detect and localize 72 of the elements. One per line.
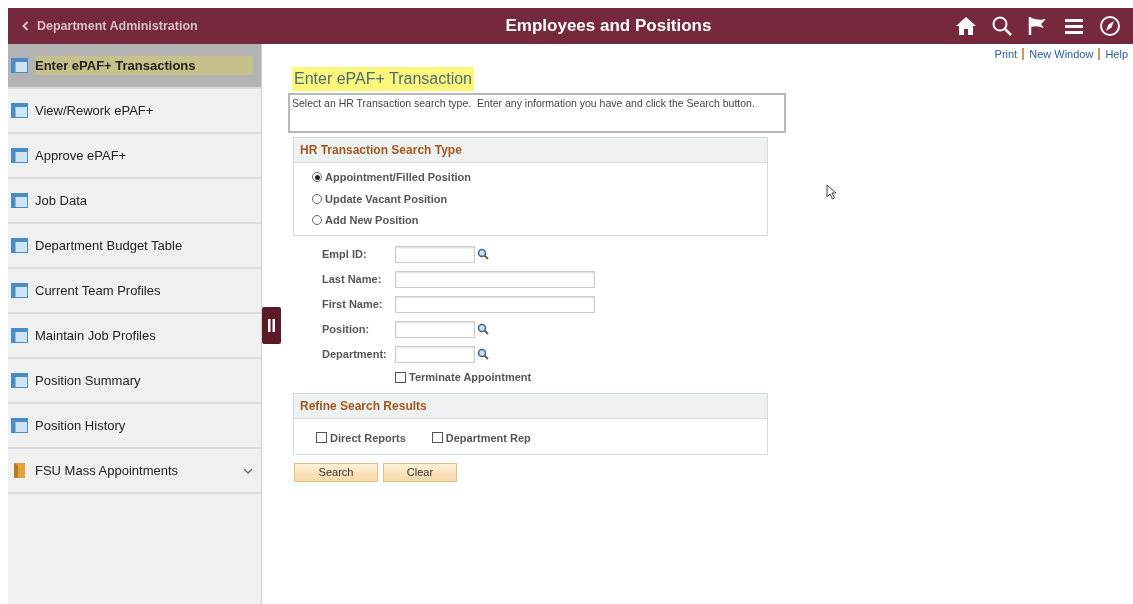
input-field[interactable] (395, 320, 475, 338)
clear-button[interactable]: Clear (383, 463, 457, 482)
input-field[interactable] (395, 345, 475, 363)
option-label: Direct Reports (330, 430, 406, 446)
sidebar-item[interactable]: Maintain Job Profiles (8, 314, 261, 359)
option-label: Appointment/Filled Position (325, 170, 472, 185)
sidebar-item[interactable]: FSU Mass Appointments (8, 449, 261, 494)
chevron-icon (22, 21, 29, 31)
option-label: Terminate Appointment (409, 370, 532, 386)
sidebar-item[interactable]: Approve ePAF+ (8, 134, 261, 179)
form-title: Enter ePAF+ Transaction (292, 67, 474, 91)
collapse-handle[interactable] (262, 307, 281, 344)
page-icon (11, 58, 28, 73)
compass-button[interactable] (1099, 15, 1121, 37)
compass-icon (1099, 15, 1121, 37)
search-button[interactable] (991, 15, 1013, 37)
page-icon (11, 103, 28, 118)
field-label: Last Name: (321, 271, 383, 287)
input-field[interactable] (395, 270, 595, 288)
chevron-icon (243, 466, 253, 475)
sidebar-item[interactable]: View/Rework ePAF+ (8, 89, 261, 134)
page-icon (11, 373, 28, 388)
flag-icon (1027, 15, 1049, 37)
cursor-icon (826, 184, 837, 200)
field-label: Empl ID: (321, 246, 368, 262)
pause-icon (268, 319, 275, 332)
search-icon (991, 15, 1013, 37)
checkbox-option[interactable]: Terminate Appointment (395, 369, 532, 386)
field-label: First Name: (321, 296, 384, 312)
option-label: Add New Position (325, 213, 419, 228)
group-header: Refine Search Results (294, 393, 767, 419)
sidebar-item[interactable]: Position Summary (8, 359, 261, 404)
group-header: HR Transaction Search Type (294, 138, 767, 163)
checkbox[interactable] (431, 432, 443, 444)
option-label: Update Vacant Position (325, 191, 448, 207)
flag-button[interactable] (1027, 15, 1049, 37)
header-link[interactable]: Help (1098, 48, 1133, 60)
header-link[interactable]: New Window (1022, 48, 1099, 60)
page-icon (11, 193, 28, 208)
checkbox-option[interactable]: Department Rep (431, 429, 531, 446)
checkbox[interactable] (316, 432, 327, 444)
input-field[interactable] (395, 245, 475, 263)
home-icon (955, 15, 977, 37)
page-icon (11, 148, 28, 163)
page-icon (11, 283, 28, 298)
back-link[interactable]: Department Administration (8, 16, 262, 36)
option-label: Department Rep (445, 430, 531, 446)
field-label: Department: (321, 346, 388, 362)
sidebar-item[interactable]: Enter ePAF+ Transactions (8, 44, 261, 89)
search-button[interactable]: Search (294, 463, 378, 482)
checkbox[interactable] (395, 372, 406, 383)
sidebar-item[interactable]: Current Team Profiles (8, 269, 261, 314)
page-icon (11, 238, 28, 253)
folder-icon (11, 462, 28, 479)
page-title: Employees and Positions (504, 15, 713, 38)
radio-option[interactable]: Appointment/Filled Position (312, 169, 749, 186)
checkbox-option[interactable]: Direct Reports (316, 429, 406, 446)
page-icon (11, 418, 28, 433)
instructions-box: Select an HR Transaction search type. Enter any information you have and click the Search button. (288, 93, 786, 133)
home-button[interactable] (955, 15, 977, 37)
search-icon[interactable] (477, 248, 489, 260)
search-icon[interactable] (477, 348, 489, 360)
sidebar-item[interactable]: Job Data (8, 179, 261, 224)
radio-option[interactable]: Add New Position (312, 212, 749, 229)
page-icon (11, 328, 28, 343)
sidebar-item[interactable]: Department Budget Table (8, 224, 261, 269)
input-field[interactable] (395, 295, 595, 313)
header-link[interactable]: Print (989, 48, 1023, 60)
sidebar-item[interactable]: Position History (8, 404, 261, 449)
radio-option[interactable]: Update Vacant Position (312, 190, 749, 207)
field-label: Position: (321, 321, 371, 337)
search-icon[interactable] (477, 323, 489, 335)
